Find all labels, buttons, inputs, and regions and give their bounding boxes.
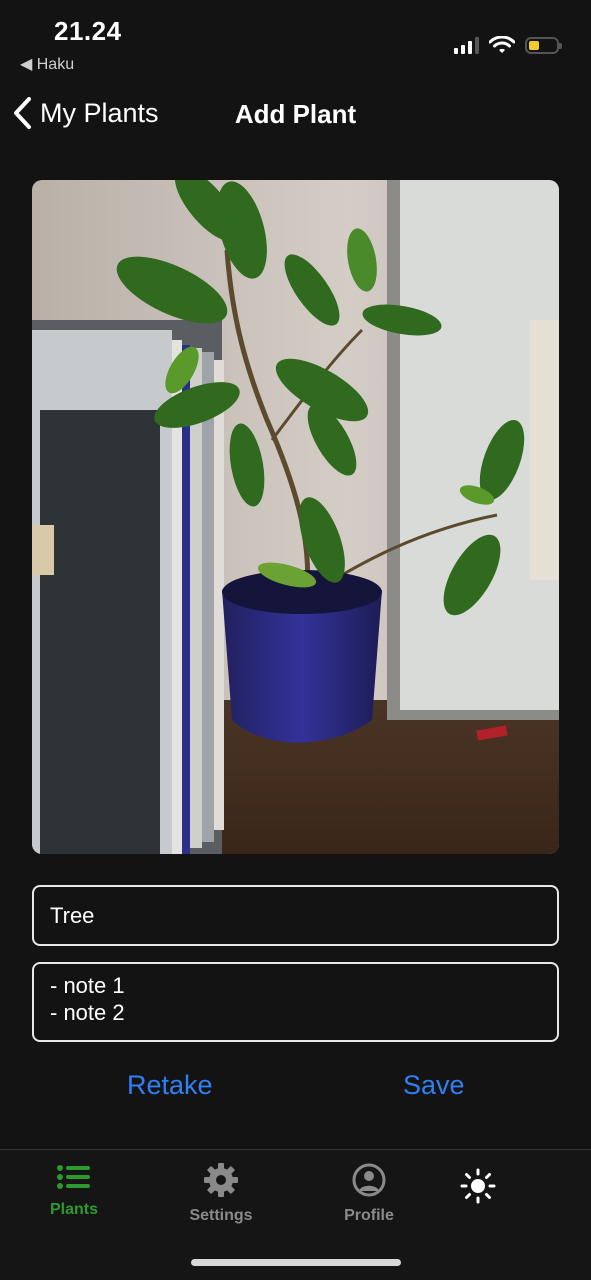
sun-icon [460, 1168, 496, 1204]
plant-photo [32, 180, 559, 854]
wifi-icon [489, 36, 515, 53]
cellular-signal-icon [454, 36, 479, 54]
tab-label: Profile [344, 1207, 394, 1224]
plant-name-field[interactable]: Tree [32, 885, 559, 946]
status-icons [454, 36, 562, 54]
user-circle-icon [352, 1163, 386, 1197]
retake-button[interactable]: Retake [127, 1070, 213, 1101]
plant-notes-field[interactable]: - note 1 - note 2 [32, 962, 559, 1042]
gear-icon [204, 1163, 238, 1197]
tab-settings[interactable]: Settings [166, 1162, 276, 1225]
tab-plants[interactable]: Plants [19, 1162, 129, 1219]
page-title: Add Plant [234, 99, 357, 129]
battery-icon [525, 36, 562, 54]
tab-label: Plants [49, 1201, 98, 1218]
theme-toggle-button[interactable] [423, 1168, 533, 1209]
home-indicator [191, 1259, 401, 1266]
back-to-app-link[interactable]: ◀ Haku [20, 54, 74, 74]
save-button[interactable]: Save [403, 1070, 465, 1101]
tab-label: Settings [189, 1207, 253, 1224]
status-time: 21.24 [54, 16, 122, 46]
tab-profile[interactable]: Profile [314, 1162, 424, 1225]
list-icon [57, 1165, 90, 1189]
